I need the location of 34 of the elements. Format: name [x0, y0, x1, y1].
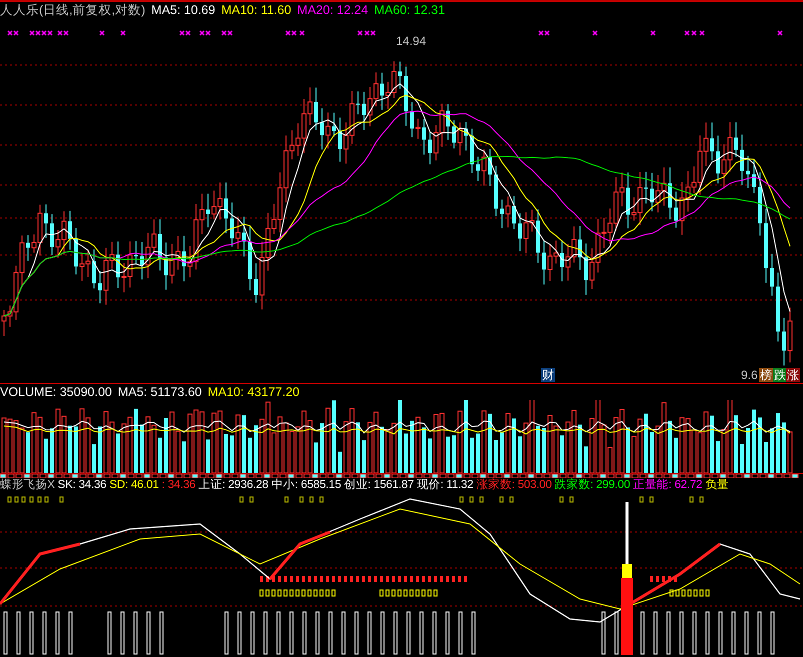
event-badge: 涨: [786, 368, 800, 382]
indicator-label: MA10: 43177.20: [208, 386, 300, 398]
indicator-label: MA20: 12.24: [297, 4, 368, 16]
indicator-label: 正量能: 62.72: [633, 480, 702, 492]
indicator-label: SD: 46.01: [109, 480, 159, 492]
indicator-label: 中小: 6585.15: [271, 480, 342, 492]
indicator-label: MA10: 11.60: [221, 4, 292, 16]
indicator-label: MA5: 51173.60: [118, 386, 202, 398]
event-badge: 榜: [759, 368, 773, 382]
indicator-label: SK: 34.36: [58, 480, 106, 492]
indicator-label: 负量: [705, 480, 729, 492]
cross-marker-icon: [650, 30, 656, 36]
indicator-label: MA60: 12.31: [374, 4, 445, 16]
rising-line-segment: [268, 530, 331, 580]
cross-marker-icon: [99, 30, 105, 36]
indicator-label: 人人乐(日线,前复权,对数): [0, 4, 146, 16]
indicator-label: 涨家数: 503.00: [476, 480, 552, 492]
indicator-label: 蝶形飞扬X: [0, 480, 55, 492]
indicator-label: 上证: 2936.28: [198, 480, 268, 492]
event-badge: 财: [541, 368, 555, 382]
cross-marker-icon: [699, 30, 705, 36]
indicator-label: MA5: 10.69: [151, 4, 216, 16]
indicator-label: 现价: 11.32: [416, 480, 474, 492]
cross-marker-icon: [592, 30, 598, 36]
cross-marker-icon: [777, 30, 783, 36]
cross-marker-icon: [299, 30, 305, 36]
low-price-label: 9.6: [741, 367, 758, 384]
indicator-label: : 34.36: [162, 480, 196, 492]
event-badge: 跌: [773, 368, 787, 382]
cross-marker-icon: [120, 30, 126, 36]
high-price-label: 14.94: [396, 33, 426, 50]
indicator-label: VOLUME: 35090.00: [0, 386, 112, 398]
indicator-label: 跌家数: 299.00: [554, 480, 630, 492]
indicator-label: 创业: 1561.87: [344, 480, 414, 492]
